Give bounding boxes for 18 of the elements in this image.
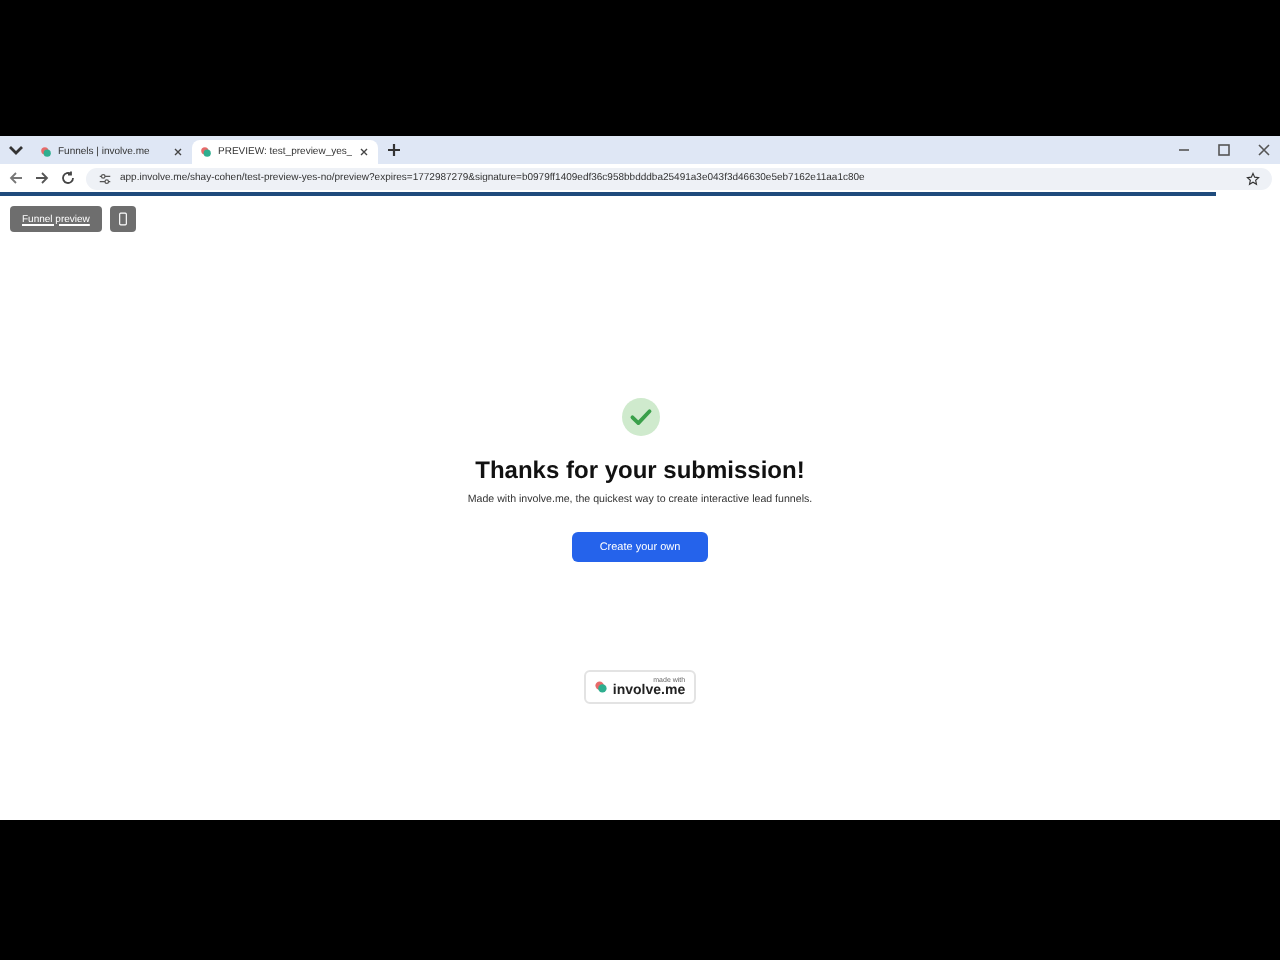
reload-icon[interactable]	[60, 170, 76, 186]
device-toggle-button[interactable]	[109, 206, 136, 232]
chevron-down-icon[interactable]	[8, 142, 24, 158]
star-icon[interactable]	[1246, 171, 1260, 185]
close-tab-icon[interactable]	[358, 146, 371, 158]
maximize-icon[interactable]	[1216, 142, 1232, 158]
favicon-icon	[200, 146, 212, 158]
forward-icon[interactable]	[34, 170, 50, 186]
logo-icon	[594, 680, 609, 694]
site-settings-icon[interactable]	[98, 171, 112, 185]
favicon-icon	[40, 146, 52, 158]
close-icon[interactable]	[1256, 142, 1272, 158]
thank-you-heading: Thanks for your submission!	[475, 456, 805, 484]
back-icon[interactable]	[8, 170, 24, 186]
close-tab-icon[interactable]	[172, 146, 184, 158]
phone-icon	[117, 212, 128, 226]
checkmark-icon	[621, 398, 659, 436]
new-tab-icon[interactable]	[386, 142, 403, 158]
